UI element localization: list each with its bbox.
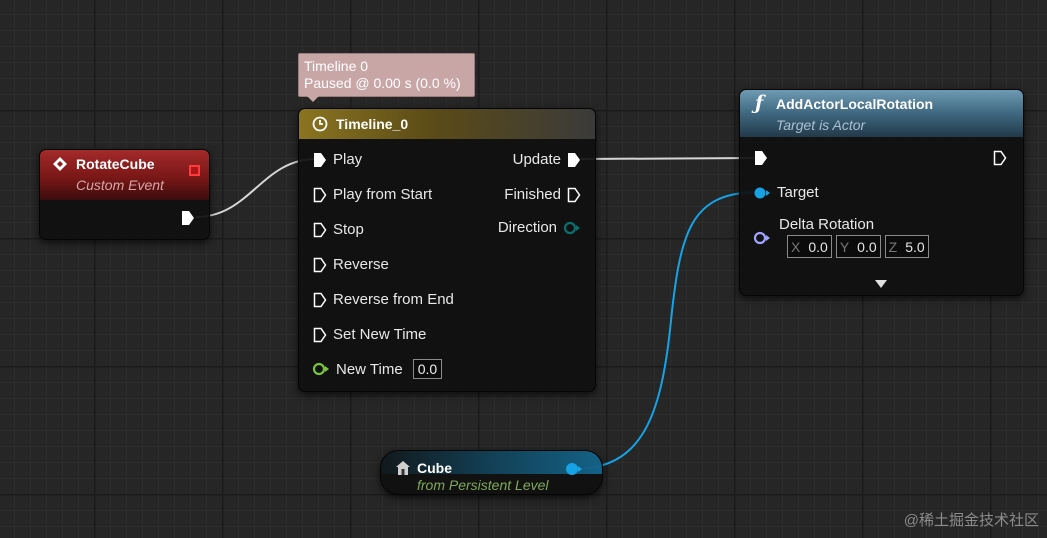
expand-arrow-icon[interactable] <box>874 276 888 294</box>
play-from-start-pin[interactable]: Play from Start <box>313 186 432 203</box>
pin-label: Play <box>333 151 363 168</box>
update-pin[interactable]: Update <box>513 151 581 168</box>
exec-input-pin[interactable] <box>754 150 768 171</box>
rotation-z-field[interactable]: Z 5.0 <box>884 235 929 258</box>
exec-pin-icon <box>313 187 327 202</box>
rotator-pin-icon[interactable] <box>753 231 771 250</box>
clock-icon <box>312 116 328 137</box>
axis-label: Y <box>839 238 850 255</box>
target-pin[interactable]: Target <box>753 184 819 201</box>
object-output-pin[interactable] <box>565 462 583 481</box>
rotation-z-value: 5.0 <box>905 238 925 255</box>
pin-label: Direction <box>497 219 557 236</box>
object-wire-cube-to-target <box>573 191 761 470</box>
tooltip-line2: Paused @ 0.00 s (0.0 %) <box>304 75 461 91</box>
timeline-node[interactable]: Timeline_0 Play Play from Start Stop Rev… <box>298 108 596 392</box>
tooltip-line1: Timeline 0 <box>304 58 369 74</box>
new-time-pin[interactable]: New Time 0.0 <box>312 359 443 379</box>
exec-pin-icon <box>567 187 581 202</box>
pin-label: Target <box>777 184 819 201</box>
exec-output-pin[interactable] <box>181 210 195 231</box>
exec-pin-icon <box>568 152 580 167</box>
reverse-pin[interactable]: Reverse <box>313 256 389 273</box>
pin-label: Set New Time <box>333 326 427 343</box>
exec-pin-icon <box>313 222 327 237</box>
pin-label: Stop <box>333 221 364 238</box>
play-pin[interactable]: Play <box>313 151 362 168</box>
node-subtitle: from Persistent Level <box>417 477 549 493</box>
rotation-x-field[interactable]: X 0.0 <box>787 235 832 258</box>
axis-label: X <box>791 238 801 255</box>
pin-label: Play from Start <box>333 186 433 203</box>
pin-label: Update <box>512 151 561 168</box>
object-pin-icon <box>754 187 770 198</box>
node-subtitle: Target is Actor <box>776 117 866 133</box>
axis-label: Z <box>888 238 898 255</box>
stop-pin[interactable]: Stop <box>313 221 364 238</box>
cube-reference-node[interactable]: Cube from Persistent Level <box>380 450 603 495</box>
exec-pin-icon <box>313 327 327 342</box>
rotation-y-field[interactable]: Y 0.0 <box>835 235 881 258</box>
enum-pin-icon <box>563 221 580 234</box>
exec-wire-update-to-addrotation <box>579 157 759 160</box>
timeline-tooltip: Timeline 0 Paused @ 0.00 s (0.0 %) <box>298 53 475 102</box>
reverse-from-end-pin[interactable]: Reverse from End <box>313 291 454 308</box>
pin-label: New Time <box>336 360 403 378</box>
node-title: Timeline_0 <box>336 116 409 132</box>
pin-label: Finished <box>504 186 561 203</box>
new-time-input[interactable]: 0.0 <box>412 359 443 379</box>
delegate-pin-icon[interactable] <box>189 165 200 176</box>
node-title: RotateCube <box>76 156 155 172</box>
exec-output-pin[interactable] <box>993 150 1007 171</box>
float-pin-icon <box>312 362 329 376</box>
set-new-time-pin[interactable]: Set New Time <box>313 326 426 343</box>
watermark: @稀土掘金技术社区 <box>903 512 1039 529</box>
node-subtitle: Custom Event <box>76 177 164 193</box>
pin-label: Reverse <box>333 256 389 273</box>
function-icon: ƒ <box>755 92 764 114</box>
rotation-y-value: 0.0 <box>857 238 877 255</box>
rotation-x-value: 0.0 <box>808 238 828 255</box>
pin-label: Delta Rotation <box>779 216 875 233</box>
exec-pin-icon <box>313 292 327 307</box>
delta-rotation-fields: X 0.0 Y 0.0 Z 5.0 <box>787 235 929 258</box>
event-diamond-icon <box>52 156 68 177</box>
node-title: Cube <box>417 460 452 476</box>
add-actor-local-rotation-node[interactable]: ƒ AddActorLocalRotation Target is Actor … <box>739 89 1024 296</box>
exec-pin-icon <box>313 257 327 272</box>
pin-label: Reverse from End <box>333 291 454 308</box>
rotatecube-event-node[interactable]: RotateCube Custom Event <box>39 149 210 240</box>
delta-rotation-label-row: Delta Rotation <box>779 216 874 233</box>
node-title: AddActorLocalRotation <box>776 96 934 112</box>
finished-pin[interactable]: Finished <box>504 186 581 203</box>
direction-pin[interactable]: Direction <box>498 219 581 236</box>
exec-pin-icon <box>314 152 326 167</box>
actor-icon <box>395 460 411 481</box>
